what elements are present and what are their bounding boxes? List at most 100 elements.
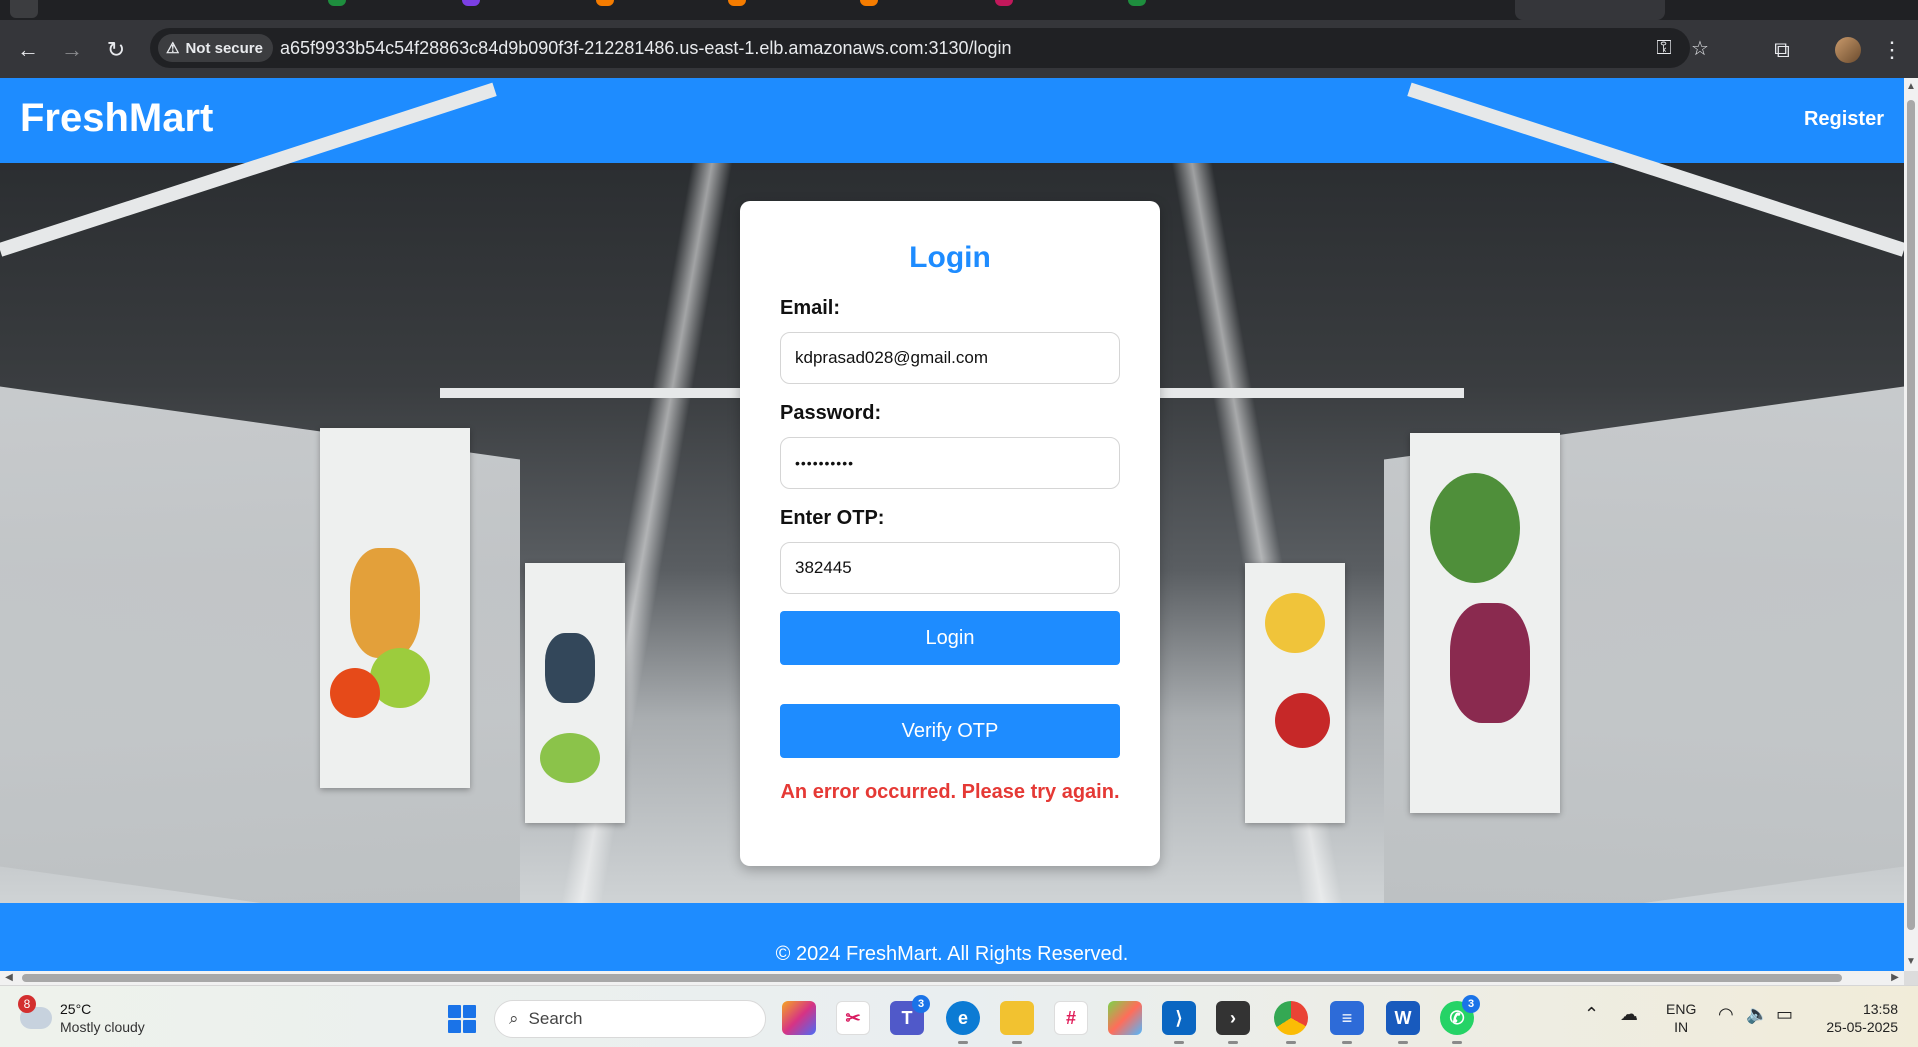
weather-condition: Mostly cloudy	[60, 1019, 145, 1035]
password-field[interactable]: ••••••••••	[780, 437, 1120, 489]
terminal-icon[interactable]: ›	[1216, 1001, 1250, 1044]
verify-otp-button[interactable]: Verify OTP	[780, 704, 1120, 758]
search-icon: ⌕	[509, 1009, 519, 1028]
back-icon[interactable]: ←	[12, 34, 44, 66]
pineapple-shape	[545, 633, 595, 703]
file-explorer-icon[interactable]	[1000, 1001, 1034, 1044]
email-field[interactable]: kdprasad028@gmail.com	[780, 332, 1120, 384]
copilot-icon[interactable]	[782, 1001, 816, 1035]
temperature: 25°C	[60, 1001, 92, 1017]
security-chip[interactable]: ⚠ Not secure	[158, 34, 273, 62]
clock-date: 25-05-2025	[1826, 1019, 1898, 1035]
password-key-icon[interactable]: ⚿	[1650, 34, 1678, 62]
windows-logo-icon	[448, 1005, 461, 1018]
chevron-up-icon[interactable]: ⌃	[1584, 1004, 1599, 1025]
profile-avatar[interactable]	[1832, 34, 1864, 66]
windows-logo-icon	[463, 1005, 476, 1018]
site-footer: © 2024 FreshMart. All Rights Reserved.	[0, 903, 1904, 971]
warning-icon: ⚠	[166, 40, 180, 57]
weather-widget[interactable]: 8 25°C Mostly cloudy	[18, 995, 145, 1038]
page-viewport: FreshMart Register Login Email: kdprasad	[0, 78, 1904, 971]
language-indicator[interactable]: ENG IN	[1666, 1000, 1696, 1036]
app-icon[interactable]	[1108, 1001, 1142, 1035]
system-clock[interactable]: 13:58 25-05-2025	[1818, 1000, 1898, 1036]
register-link[interactable]: Register	[1804, 108, 1884, 131]
scroll-left-icon[interactable]: ◀	[4, 973, 14, 983]
scroll-up-icon[interactable]: ▲	[1906, 82, 1916, 92]
greens-shape	[1430, 473, 1520, 583]
slack-icon[interactable]: #	[1054, 1001, 1088, 1035]
pineapple-shape	[350, 548, 420, 658]
tab[interactable]	[10, 0, 38, 18]
volume-icon[interactable]: 🔈	[1746, 1004, 1768, 1025]
windows-logo-icon	[463, 1020, 476, 1033]
battery-icon[interactable]: ▭	[1776, 1004, 1793, 1025]
edge-icon[interactable]: e	[946, 1001, 980, 1044]
tab-favicon[interactable]	[860, 0, 878, 6]
vertical-scrollbar[interactable]: ▲ ▼	[1904, 78, 1918, 971]
tab-favicon[interactable]	[1128, 0, 1146, 6]
chrome-icon[interactable]	[1274, 1001, 1308, 1044]
running-indicator	[1452, 1041, 1462, 1044]
scroll-right-icon[interactable]: ▶	[1890, 973, 1900, 983]
tab-favicon[interactable]	[462, 0, 480, 6]
url-text[interactable]: a65f9933b54c54f28863c84d9b090f3f-2122814…	[280, 38, 1012, 59]
taskbar-search[interactable]: ⌕ Search	[494, 1000, 766, 1038]
language-code: ENG	[1666, 1001, 1697, 1017]
notepad-icon[interactable]: ≡	[1330, 1001, 1364, 1044]
teams-icon[interactable]: T 3	[890, 995, 930, 1035]
reload-icon[interactable]: ↻	[100, 34, 132, 66]
fruit-shape	[1265, 593, 1325, 653]
otp-label: Enter OTP:	[780, 507, 885, 529]
running-indicator	[1174, 1041, 1184, 1044]
produce-banner	[1410, 433, 1560, 813]
login-title: Login	[909, 241, 991, 274]
produce-banner	[525, 563, 625, 823]
produce-banner	[320, 428, 470, 788]
search-label: Search	[528, 1009, 583, 1028]
word-icon[interactable]: W	[1386, 1001, 1420, 1044]
kebab-menu-icon[interactable]: ⋮	[1876, 34, 1908, 66]
onedrive-cloud-icon[interactable]: ☁	[1620, 1004, 1638, 1025]
tab-favicon[interactable]	[995, 0, 1013, 6]
grapes-shape	[1450, 603, 1530, 723]
pomegranate-shape	[1275, 693, 1330, 748]
notification-badge: 8	[18, 995, 36, 1013]
running-indicator	[1398, 1041, 1408, 1044]
otp-field[interactable]: 382445	[780, 542, 1120, 594]
start-button[interactable]	[448, 1005, 476, 1033]
windows-logo-icon	[448, 1020, 461, 1033]
scroll-corner	[1904, 971, 1918, 985]
clock-time: 13:58	[1862, 1001, 1898, 1017]
produce-banner	[1245, 563, 1345, 823]
error-message: An error occurred. Please try again.	[780, 781, 1120, 803]
wifi-icon[interactable]: ◠	[1718, 1004, 1734, 1025]
login-button[interactable]: Login	[780, 611, 1120, 665]
teams-badge: 3	[912, 995, 930, 1013]
taskbar: 8 25°C Mostly cloudy ⌕ Search ✂ T 3 e # …	[0, 985, 1918, 1047]
login-card: Login Email: kdprasad028@gmail.com Passw…	[740, 201, 1160, 866]
region-code: IN	[1674, 1019, 1689, 1035]
extensions-icon[interactable]: ⧉	[1766, 34, 1798, 66]
whatsapp-icon[interactable]: ✆ 3	[1440, 995, 1480, 1044]
email-label: Email:	[780, 297, 841, 319]
running-indicator	[958, 1041, 968, 1044]
snipping-tool-icon[interactable]: ✂	[836, 1001, 870, 1035]
running-indicator	[1286, 1041, 1296, 1044]
active-tab[interactable]	[1515, 0, 1665, 20]
whatsapp-badge: 3	[1462, 995, 1480, 1013]
address-bar[interactable]: ⚠ Not secure a65f9933b54c54f28863c84d9b0…	[150, 28, 1709, 68]
tab-favicon[interactable]	[728, 0, 746, 6]
horizontal-scroll-thumb[interactable]	[22, 974, 1842, 982]
site-logo[interactable]: FreshMart	[20, 96, 213, 141]
vscode-icon[interactable]: ⟩	[1162, 1001, 1196, 1044]
forward-icon[interactable]: →	[56, 34, 88, 66]
browser-tab-strip	[0, 0, 1918, 20]
bookmark-star-icon[interactable]: ☆	[1686, 34, 1714, 62]
vertical-scroll-thumb[interactable]	[1907, 100, 1915, 930]
scroll-down-icon[interactable]: ▼	[1906, 957, 1916, 967]
tab-favicon[interactable]	[596, 0, 614, 6]
password-label: Password:	[780, 402, 882, 424]
horizontal-scrollbar[interactable]: ◀ ▶	[0, 971, 1904, 985]
tab-favicon[interactable]	[328, 0, 346, 6]
